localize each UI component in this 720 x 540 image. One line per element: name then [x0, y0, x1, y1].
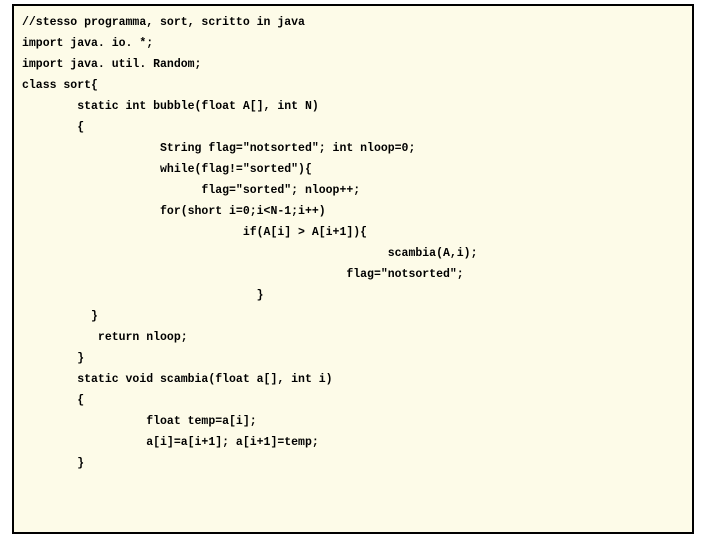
code-line: static int bubble(float A[], int N) [22, 96, 684, 117]
code-line: scambia(A,i); [22, 243, 684, 264]
code-line: for(short i=0;i<N-1;i++) [22, 201, 684, 222]
code-line: { [22, 390, 684, 411]
code-line: class sort{ [22, 75, 684, 96]
code-line: float temp=a[i]; [22, 411, 684, 432]
code-line: import java. util. Random; [22, 54, 684, 75]
slide: //stesso programma, sort, scritto in jav… [0, 0, 720, 540]
code-line: if(A[i] > A[i+1]){ [22, 222, 684, 243]
code-line: } [22, 453, 684, 474]
code-line: import java. io. *; [22, 33, 684, 54]
code-line: a[i]=a[i+1]; a[i+1]=temp; [22, 432, 684, 453]
code-line: } [22, 348, 684, 369]
code-line: while(flag!="sorted"){ [22, 159, 684, 180]
code-line: { [22, 117, 684, 138]
code-line: //stesso programma, sort, scritto in jav… [22, 12, 684, 33]
code-line: flag="notsorted"; [22, 264, 684, 285]
code-line: return nloop; [22, 327, 684, 348]
code-line: String flag="notsorted"; int nloop=0; [22, 138, 684, 159]
code-line: static void scambia(float a[], int i) [22, 369, 684, 390]
code-container: //stesso programma, sort, scritto in jav… [12, 4, 694, 534]
code-line: } [22, 285, 684, 306]
code-line: flag="sorted"; nloop++; [22, 180, 684, 201]
code-line: } [22, 306, 684, 327]
